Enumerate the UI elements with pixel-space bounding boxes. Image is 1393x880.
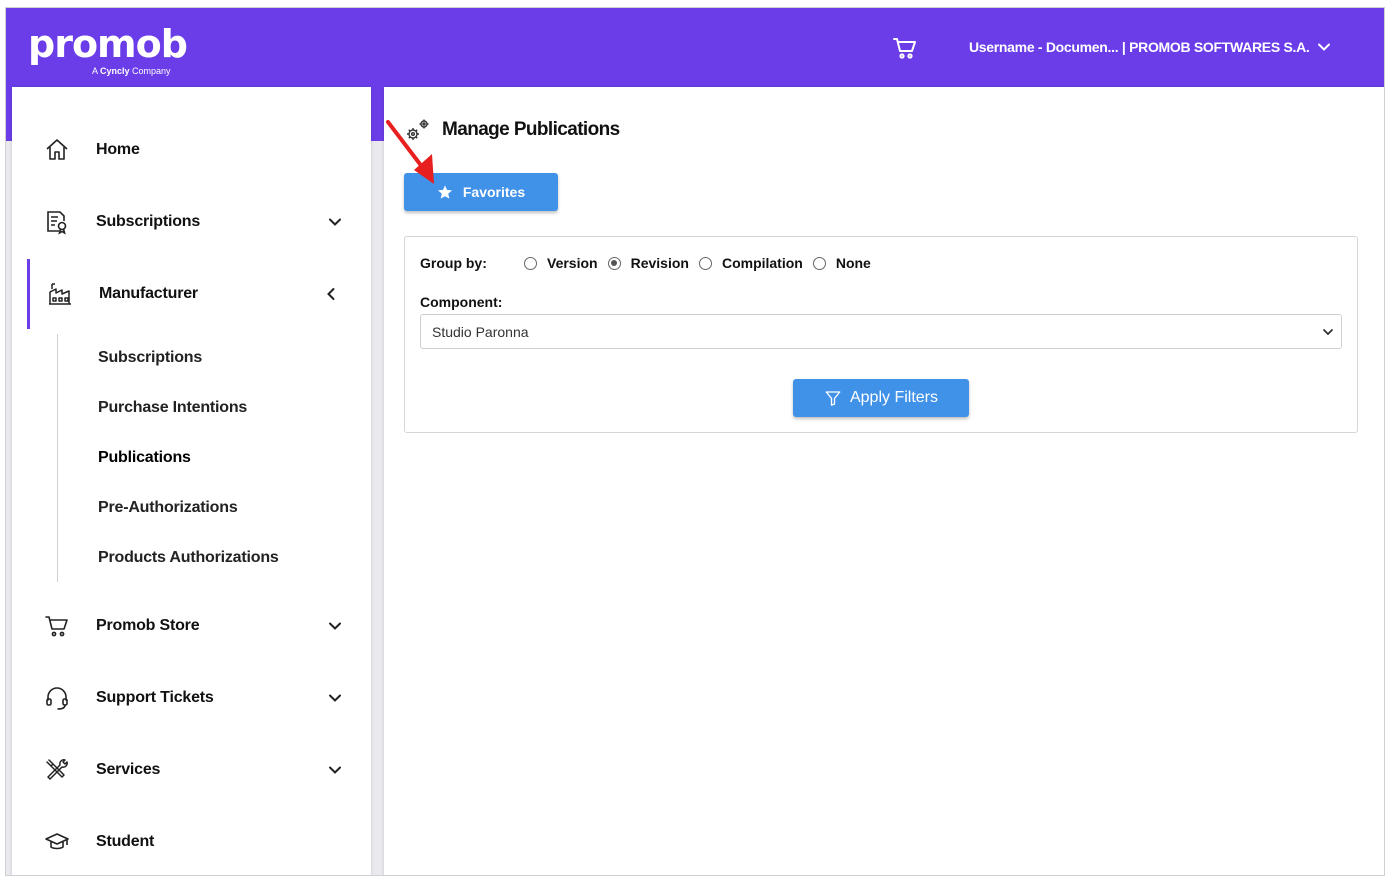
gears-icon: [407, 119, 429, 140]
sidebar-item-label: Subscriptions: [96, 213, 201, 230]
sidebar-item-support-tickets[interactable]: Support Tickets: [12, 674, 371, 722]
chevron-down-icon: [329, 694, 341, 702]
group-option-none[interactable]: None: [812, 255, 871, 271]
group-option-revision[interactable]: Revision: [607, 255, 689, 271]
main-content: Manage Publications Favorites Group by: …: [384, 87, 1384, 875]
radio-label: Version: [547, 255, 598, 271]
user-account-label: Username - Documen... | PROMOB SOFTWARES…: [969, 39, 1310, 55]
cart-icon[interactable]: [892, 35, 918, 61]
radio-label: Compilation: [721, 255, 803, 271]
logo-tagline: A Cyncly Company: [92, 66, 171, 76]
graduation-cap-icon: [45, 833, 69, 850]
component-selected-value: Studio Paronna: [432, 323, 529, 340]
sidebar-item-subscriptions[interactable]: Subscriptions: [12, 198, 371, 246]
submenu-rail: [57, 334, 58, 582]
sidebar-item-promob-store[interactable]: Promob Store: [12, 602, 371, 650]
submenu-item-products-authorizations[interactable]: Products Authorizations: [98, 549, 279, 567]
radio-label: None: [835, 255, 871, 271]
sidebar-item-label: Support Tickets: [96, 689, 214, 706]
sidebar: Home Subscriptions Manufacturer Subscrip…: [12, 87, 371, 875]
component-label: Component:: [420, 294, 503, 310]
chevron-down-icon: [1318, 43, 1331, 51]
sidebar-item-label: Manufacturer: [99, 285, 198, 302]
active-indicator: [27, 259, 30, 329]
submenu-item-subscriptions[interactable]: Subscriptions: [98, 349, 202, 367]
group-by-label: Group by:: [420, 255, 487, 271]
sidebar-item-student[interactable]: Student: [12, 818, 371, 866]
sidebar-item-label: Home: [96, 141, 140, 158]
chevron-down-icon: [1323, 329, 1333, 336]
radio-revision[interactable]: [607, 256, 621, 270]
sidebar-item-manufacturer[interactable]: Manufacturer: [12, 259, 371, 329]
submenu-item-pre-authorizations[interactable]: Pre-Authorizations: [98, 499, 238, 517]
user-account-menu[interactable]: Username - Documen... | PROMOB SOFTWARES…: [969, 39, 1331, 55]
cart-icon: [45, 616, 68, 637]
sidebar-item-services[interactable]: Services: [12, 746, 371, 794]
logo-wordmark: promob: [28, 22, 188, 66]
tools-icon: [46, 759, 68, 780]
subscriptions-icon: [47, 211, 67, 235]
home-icon: [46, 139, 68, 160]
component-select[interactable]: Studio Paronna: [420, 314, 1342, 349]
page-header: Manage Publications: [404, 117, 620, 143]
sidebar-item-home[interactable]: Home: [12, 126, 371, 174]
radio-version[interactable]: [524, 256, 537, 270]
favorites-label: Favorites: [462, 184, 526, 200]
radio-compilation[interactable]: [698, 256, 712, 270]
star-icon: [437, 185, 452, 199]
apply-filters-button[interactable]: Apply Filters: [793, 379, 969, 417]
radio-none[interactable]: [812, 256, 826, 270]
group-by-row: Group by: Version Revision Compilation N…: [420, 255, 881, 271]
headset-icon: [46, 687, 68, 710]
apply-filters-label: Apply Filters: [849, 389, 939, 406]
page-title: Manage Publications: [442, 119, 620, 140]
submenu-item-purchase-intentions[interactable]: Purchase Intentions: [98, 399, 247, 417]
filter-icon: [825, 391, 841, 406]
promob-logo[interactable]: promob A Cyncly Company: [28, 22, 188, 76]
chevron-left-icon: [327, 288, 335, 300]
group-option-version[interactable]: Version: [524, 255, 598, 271]
chevron-down-icon: [329, 622, 341, 630]
chevron-down-icon: [329, 766, 341, 774]
app-window: promob A Cyncly Company Username - Docum…: [5, 7, 1385, 876]
sidebar-item-label: Promob Store: [96, 617, 200, 634]
radio-label: Revision: [630, 255, 689, 271]
chevron-down-icon: [329, 218, 341, 226]
factory-icon: [49, 283, 71, 305]
submenu-item-publications[interactable]: Publications: [98, 449, 191, 467]
filter-panel: Group by: Version Revision Compilation N…: [404, 236, 1358, 433]
group-option-compilation[interactable]: Compilation: [698, 255, 803, 271]
sidebar-item-label: Services: [96, 761, 161, 778]
favorites-button[interactable]: Favorites: [404, 173, 558, 211]
sidebar-item-label: Student: [96, 833, 155, 850]
